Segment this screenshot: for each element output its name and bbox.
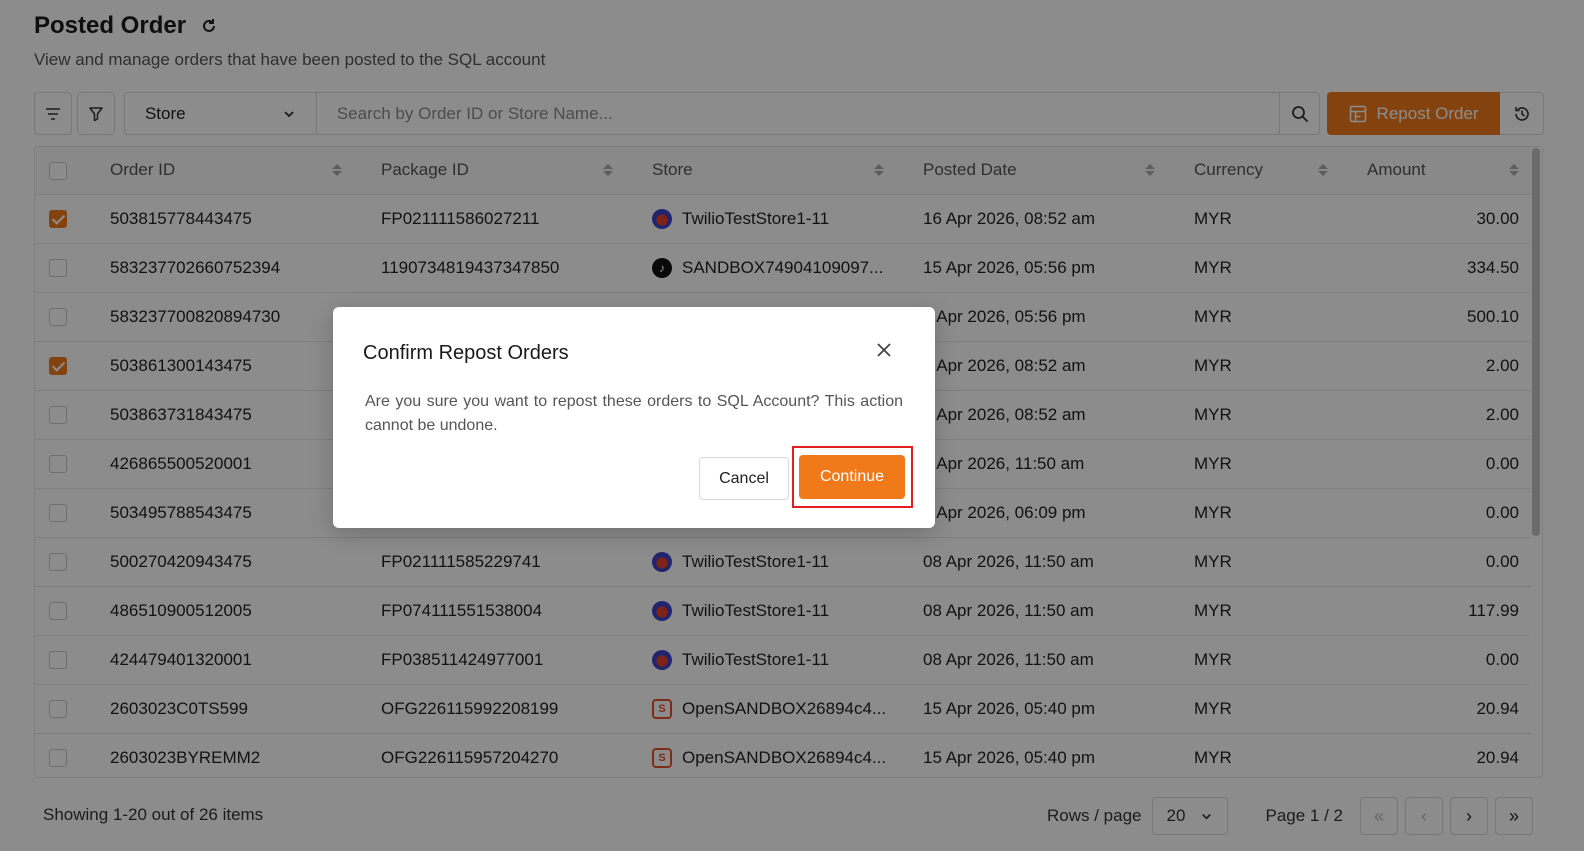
dialog-title: Confirm Repost Orders: [363, 342, 569, 364]
confirm-repost-dialog: Confirm Repost Orders Are you sure you w…: [333, 307, 935, 528]
dialog-message: Are you sure you want to repost these or…: [365, 393, 903, 434]
close-icon: [877, 343, 891, 357]
continue-button[interactable]: Continue: [799, 455, 905, 499]
cancel-button[interactable]: Cancel: [699, 457, 789, 500]
close-button[interactable]: [871, 337, 897, 363]
